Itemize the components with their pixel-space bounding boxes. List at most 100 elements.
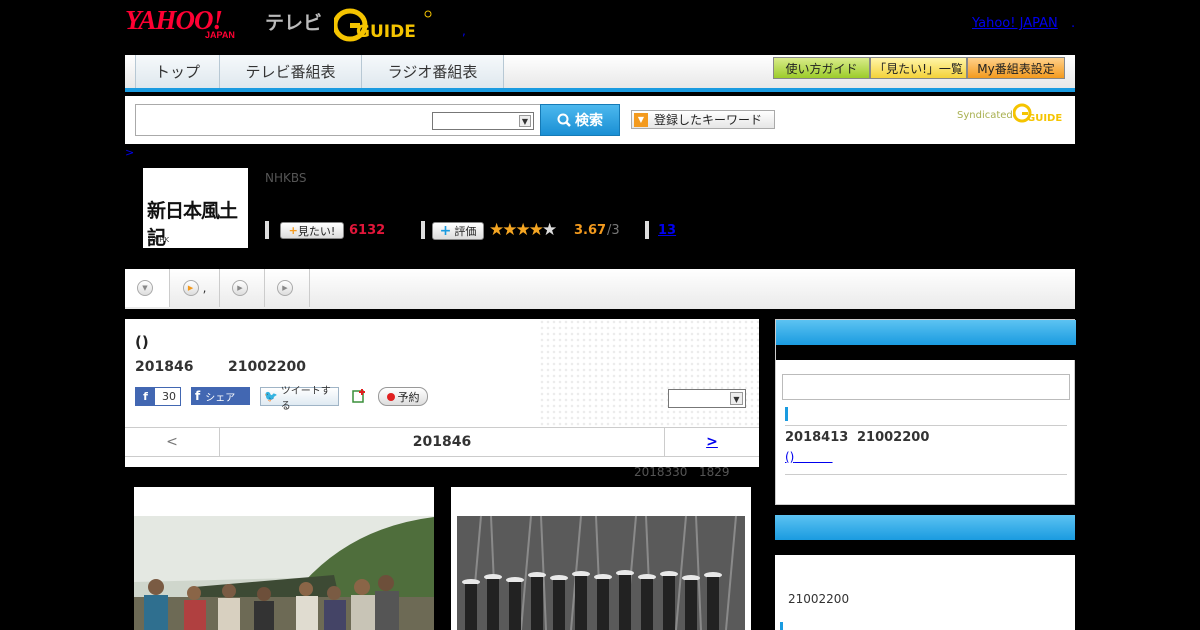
arrow-down-icon: ▼ (634, 112, 648, 127)
episode-title: () (135, 333, 149, 351)
yahoo-logo-text: YAHOO! (125, 5, 223, 35)
usage-guide-button[interactable]: 使い方ガイド (773, 57, 870, 79)
updated-date: 2018330 (634, 465, 688, 479)
dot-pattern (539, 319, 759, 429)
share-label: シェア (205, 392, 236, 404)
syndicated-logo-text: GUIDE (1027, 113, 1062, 124)
facebook-icon: f (136, 388, 155, 405)
tweet-label: ツイートする (280, 385, 331, 412)
mitai-count: 6132 (349, 223, 386, 238)
gguide-logo-text: GUIDE (356, 22, 416, 42)
pager-current-date: 201846 (412, 434, 472, 450)
chevron-down-icon: ▼ (730, 392, 743, 405)
search-button[interactable]: 検索 (540, 104, 620, 136)
search-bar: ▼ 検索 ▼ 登録したキーワード Syndicated GUIDE (125, 96, 1075, 144)
episode-panel: () 201846 21002200 f 30 f シェア 🐦 ツイートする 予… (125, 319, 759, 467)
episode-photo-1[interactable] (134, 487, 434, 630)
registered-keywords-label: 登録したキーワード (654, 113, 763, 127)
record-reservation-button[interactable]: 予約 (378, 387, 428, 406)
sidebar-next-broadcast: 2018413 21002200 () (775, 319, 1076, 505)
nav-tab-radio-listings[interactable]: ラジオ番組表 (362, 55, 504, 88)
divider (785, 474, 1067, 475)
gguide-logo[interactable]: GUIDE (332, 8, 434, 42)
play-icon: ▶ (182, 280, 199, 296)
sidebar-header (775, 515, 1075, 540)
chevron-down-icon: ▼ (137, 280, 153, 296)
program-logo-credit: ©NHK (147, 236, 170, 244)
syndicated-label: Syndicated (957, 110, 1013, 121)
facebook-like-button[interactable]: f 30 (135, 387, 181, 406)
mitai-list-button[interactable]: 「見たい!」一覧 (870, 57, 967, 79)
episode-pager: < 201846 > (125, 427, 759, 457)
episode-time: 21002200 (228, 359, 306, 375)
episode-select[interactable]: ▼ (668, 389, 746, 408)
sidebar-box-2: 21002200 (775, 515, 1075, 630)
rating-score-max: /3 (607, 223, 620, 238)
sidebar-episode-link[interactable]: () (785, 450, 833, 464)
yahoo-japan-logo[interactable]: YAHOO! JAPAN (125, 6, 263, 42)
section-marker (780, 622, 783, 630)
search-icon (557, 113, 571, 127)
registered-keywords-button[interactable]: ▼ 登録したキーワード (631, 110, 775, 129)
sidebar-episode-link-text: () (785, 450, 795, 464)
record-dot-icon (386, 392, 395, 401)
breadcrumb[interactable]: > (125, 146, 134, 159)
tweet-button[interactable]: 🐦 ツイートする (260, 386, 339, 412)
rate-label: 評価 (454, 225, 477, 238)
nav-tab-top[interactable]: トップ (135, 55, 220, 88)
tv-logo-text: テレビ (265, 12, 323, 34)
episode-date: 201846 (135, 359, 194, 375)
star-on-icons: ★★★★ (489, 220, 544, 240)
reservation-label: 予約 (397, 390, 420, 404)
pager-prev-button[interactable]: < (125, 428, 220, 456)
review-count-link[interactable]: 13 (658, 223, 676, 238)
my-listings-settings-button[interactable]: My番組表設定 (967, 57, 1065, 79)
rate-button[interactable]: + 評価 (432, 222, 484, 240)
facebook-like-count: 30 (162, 390, 176, 403)
plus-icon: + (439, 223, 452, 239)
twitter-bird-icon: 🐦 (264, 390, 278, 403)
rating-stars: ★★★★★ (489, 220, 557, 240)
sidebar-subheader (775, 540, 1075, 555)
mitai-label: 見たい! (297, 224, 336, 238)
japan-logo-text: JAPAN (205, 30, 235, 40)
plus-icon: + (288, 224, 298, 237)
chevron-down-icon: ▼ (519, 115, 531, 127)
nav-tab-tv-listings[interactable]: テレビ番組表 (220, 55, 362, 88)
channel-name: NHKBS (265, 171, 307, 185)
sidebar-broadcast-time: 21002200 (857, 430, 930, 445)
facebook-share-button[interactable]: f シェア (191, 387, 250, 405)
global-nav: トップ テレビ番組表 ラジオ番組表 使い方ガイド 「見たい!」一覧 My番組表設… (125, 55, 1075, 92)
program-logo: 新日本風土記 ©NHK (143, 168, 248, 249)
subtab-4[interactable]: ▶ (265, 269, 310, 307)
facebook-icon: f (195, 389, 201, 403)
play-icon: ▶ (277, 280, 293, 296)
sidebar-broadcast-date: 2018413 (785, 430, 849, 445)
program-subtabs: ▼ ▶ , ▶ ▶ (125, 269, 1075, 309)
episode-photo-2[interactable] (451, 487, 751, 630)
bookmark-add-icon[interactable] (351, 388, 367, 404)
yahoo-japan-link[interactable]: Yahoo! JAPAN (972, 16, 1058, 31)
divider (645, 221, 649, 239)
pager-next-button[interactable]: > (664, 428, 759, 456)
sidebar-input[interactable] (782, 374, 1070, 400)
yahoo-japan-link-dot: . (1071, 16, 1076, 31)
star-off-icon: ★ (541, 220, 557, 240)
updated-time: 1829 (699, 465, 730, 479)
sidebar-time: 21002200 (788, 592, 850, 606)
subtab-label: , (202, 281, 207, 295)
sidebar-header (776, 320, 1076, 345)
play-icon: ▶ (232, 280, 248, 296)
subtab-1[interactable]: ▼ (125, 269, 170, 307)
divider (265, 221, 269, 239)
subtab-3[interactable]: ▶ (220, 269, 265, 307)
sidebar-subheader (776, 345, 1076, 360)
search-category-select[interactable]: ▼ (432, 112, 534, 130)
mitai-button[interactable]: + 見たい! (280, 222, 344, 239)
subtab-2[interactable]: ▶ , (170, 269, 220, 307)
divider (421, 221, 425, 239)
rating-score: 3.67 (574, 223, 607, 238)
header-dot: , (462, 24, 466, 38)
divider (785, 425, 1067, 426)
section-marker (785, 407, 788, 421)
